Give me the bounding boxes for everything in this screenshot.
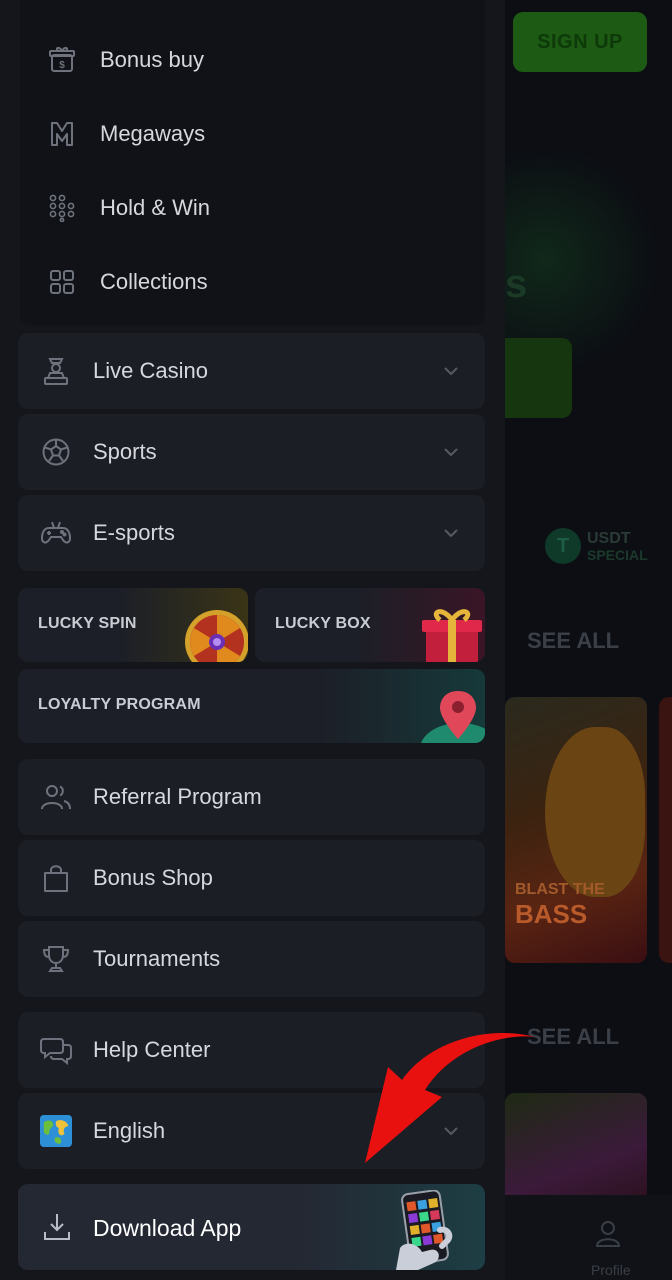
- background-page: SIGN UP s T USDT SPECIAL SEE ALL BLAST T…: [505, 0, 672, 1280]
- promo-card-loyalty-program[interactable]: LOYALTY PROGRAM: [18, 669, 485, 743]
- section-live-casino[interactable]: Live Casino: [18, 333, 485, 409]
- language-label: English: [93, 1118, 166, 1143]
- svg-text:$: $: [59, 60, 65, 71]
- globe-flag-icon: [40, 1115, 72, 1147]
- submenu-item-label: Collections: [100, 269, 208, 294]
- game-card-blast-the-bass[interactable]: BLAST THE BASS: [505, 697, 647, 963]
- submenu-item-label: Hold & Win: [100, 195, 211, 220]
- game-card-caption-big: BASS: [515, 899, 588, 929]
- hero-cta-button[interactable]: [505, 338, 572, 418]
- tether-coin-icon: T: [545, 528, 581, 564]
- dealer-icon: [40, 355, 72, 387]
- download-icon: [44, 1214, 70, 1240]
- link-bonus-shop[interactable]: Bonus Shop: [18, 840, 485, 916]
- megaways-icon: [48, 120, 76, 148]
- link-label: Referral Program: [93, 784, 262, 809]
- map-pin-icon: [421, 691, 485, 743]
- chevron-down-icon[interactable]: [443, 1042, 459, 1058]
- usdt-badge-title: USDT: [587, 529, 631, 547]
- download-app-label: Download App: [93, 1215, 242, 1241]
- submenu-item-label: Bonus buy: [100, 47, 204, 72]
- dots-grid-icon: [48, 194, 76, 222]
- shopping-bag-icon: [40, 862, 72, 894]
- fish-artwork: [545, 727, 645, 897]
- hero-title-fragment: s: [505, 262, 528, 306]
- submenu-item-megaways[interactable]: Megaways: [48, 114, 205, 154]
- profile-icon[interactable]: [593, 1218, 623, 1248]
- section-label: E-sports: [93, 520, 175, 545]
- promo-card-lucky-box[interactable]: LUCKY BOX: [255, 588, 485, 662]
- link-tournaments[interactable]: Tournaments: [18, 921, 485, 997]
- gift-box-icon: [422, 609, 482, 662]
- promo-card-lucky-spin[interactable]: LUCKY SPIN: [18, 588, 248, 662]
- chat-bubbles-icon: [40, 1034, 72, 1066]
- submenu-item-bonus-buy[interactable]: $ Bonus buy: [48, 40, 204, 80]
- download-app-button[interactable]: Download App: [18, 1184, 485, 1270]
- chevron-down-icon[interactable]: [443, 1123, 459, 1139]
- collections-grid-icon: [48, 268, 76, 296]
- submenu-item-label: Megaways: [100, 121, 206, 146]
- hero-glow: [505, 150, 665, 370]
- see-all-link-top[interactable]: SEE ALL: [527, 628, 619, 654]
- users-icon: [40, 781, 72, 813]
- section-label: Sports: [93, 439, 157, 464]
- promo-label: LOYALTY PROGRAM: [38, 696, 201, 713]
- soccer-ball-icon: [40, 436, 72, 468]
- link-label: Bonus Shop: [93, 865, 213, 890]
- game-card-second-row[interactable]: [505, 1093, 647, 1211]
- link-label: Tournaments: [93, 946, 221, 971]
- signup-button[interactable]: SIGN UP: [513, 12, 647, 72]
- promo-label: LUCKY SPIN: [38, 615, 137, 632]
- promo-label: LUCKY BOX: [275, 615, 371, 632]
- gamepad-icon: [40, 517, 72, 549]
- section-sports[interactable]: Sports: [18, 414, 485, 490]
- side-drawer: $ Bonus buy Megaways Hold & Win Collecti…: [0, 0, 505, 1280]
- game-card-caption-small: BLAST THE: [515, 881, 605, 898]
- trophy-icon: [40, 943, 72, 975]
- submenu-item-hold-and-win[interactable]: Hold & Win: [48, 188, 210, 228]
- bottom-nav-profile-label[interactable]: Profile: [591, 1262, 631, 1278]
- see-all-link-bottom[interactable]: SEE ALL: [527, 1024, 619, 1050]
- bottom-navigation: [505, 1195, 672, 1280]
- casino-submenu: $ Bonus buy Megaways Hold & Win Collecti…: [20, 0, 485, 325]
- link-help-center[interactable]: Help Center: [18, 1012, 485, 1088]
- link-referral-program[interactable]: Referral Program: [18, 759, 485, 835]
- submenu-item-collections[interactable]: Collections: [48, 262, 208, 302]
- fortune-wheel-icon: [185, 610, 248, 662]
- chevron-down-icon[interactable]: [443, 444, 459, 460]
- section-label: Live Casino: [93, 358, 208, 383]
- chevron-down-icon[interactable]: [443, 525, 459, 541]
- section-e-sports[interactable]: E-sports: [18, 495, 485, 571]
- usdt-badge-subtitle: SPECIAL: [587, 546, 648, 563]
- game-card-partial[interactable]: [659, 697, 672, 963]
- usdt-badge[interactable]: T USDT SPECIAL: [545, 528, 648, 564]
- gift-dollar-icon: $: [48, 46, 76, 74]
- language-selector[interactable]: English: [18, 1093, 485, 1169]
- phone-in-hand-icon: [396, 1190, 453, 1270]
- link-label: Help Center: [93, 1037, 211, 1062]
- chevron-down-icon[interactable]: [443, 363, 459, 379]
